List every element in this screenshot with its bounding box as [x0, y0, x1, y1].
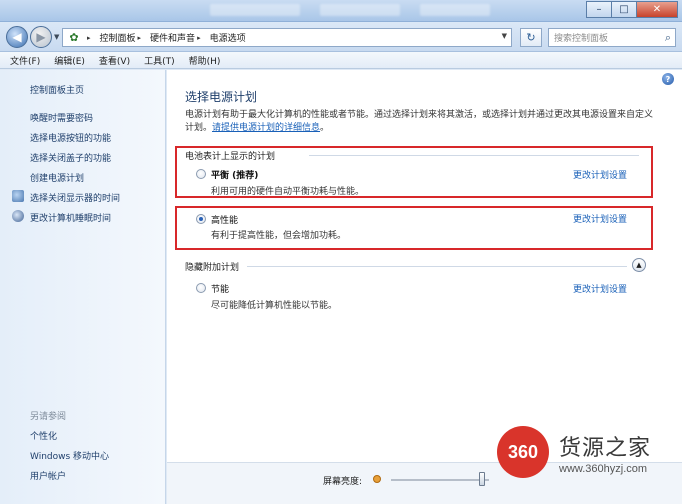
plan-high-performance-name[interactable]: 高性能	[211, 213, 238, 226]
address-bar: ◀ ▶ ▼ ✿ ▸ 控制面板 ▸ 硬件和声音 ▸ 电源选项 ▼ ↻ 搜索控制面板 ⌕	[0, 22, 682, 52]
sidebar-item-power-button[interactable]: 选择电源按钮的功能	[30, 131, 111, 144]
sidebar: 控制面板主页 唤醒时需要密码 选择电源按钮的功能 选择关闭盖子的功能 创建电源计…	[0, 70, 166, 504]
brightness-label: 屏幕亮度:	[323, 477, 363, 487]
search-input[interactable]: 搜索控制面板 ⌕	[548, 28, 676, 47]
see-also-heading: 另请参阅	[30, 412, 67, 422]
forward-button[interactable]: ▶	[30, 26, 52, 48]
divider	[309, 155, 639, 156]
back-button[interactable]: ◀	[6, 26, 28, 48]
menu-bar: 文件(F) 编辑(E) 查看(V) 工具(T) 帮助(H)	[0, 52, 682, 69]
recent-pages-chevron-down-icon[interactable]: ▼	[54, 33, 59, 41]
title-bar: – □ ✕	[0, 0, 682, 22]
plan-details-link[interactable]: 请提供电源计划的详细信息	[212, 123, 320, 133]
watermark-text: 货源之家	[559, 436, 652, 461]
close-button[interactable]: ✕	[636, 1, 678, 18]
search-placeholder: 搜索控制面板	[554, 34, 609, 44]
blurred-taskbar-item	[210, 4, 300, 16]
change-plan-settings-link[interactable]: 更改计划设置	[573, 168, 627, 181]
breadcrumb[interactable]: ✿ ▸ 控制面板 ▸ 硬件和声音 ▸ 电源选项 ▼	[62, 28, 512, 47]
plan-high-performance-radio[interactable]	[196, 214, 206, 224]
intro-text: 电源计划有助于最大化计算机的性能或者节能。通过选择计划来将其激活，或选择计划并通…	[185, 110, 654, 133]
see-also-user-accounts[interactable]: 用户帐户	[30, 469, 66, 482]
plan-power-saver-desc: 尽可能降低计算机性能以节能。	[211, 301, 338, 311]
minimize-button[interactable]: –	[586, 1, 612, 18]
menu-view[interactable]: 查看(V)	[99, 54, 130, 67]
blurred-taskbar-item	[420, 4, 490, 16]
breadcrumb-item[interactable]: 控制面板 ▸	[100, 31, 147, 45]
change-plan-settings-link[interactable]: 更改计划设置	[573, 282, 627, 295]
menu-file[interactable]: 文件(F)	[10, 54, 40, 67]
brightness-slider-thumb[interactable]	[479, 472, 486, 486]
sidebar-item-lid-close[interactable]: 选择关闭盖子的功能	[30, 151, 111, 164]
sidebar-item-sleep-time[interactable]: 更改计算机睡眠时间	[30, 211, 111, 224]
menu-edit[interactable]: 编辑(E)	[54, 54, 85, 67]
plan-power-saver-radio[interactable]	[196, 283, 206, 293]
divider	[247, 266, 627, 267]
address-dropdown-chevron-down-icon[interactable]: ▼	[502, 32, 507, 40]
breadcrumb-item[interactable]: 电源选项	[210, 31, 246, 44]
plan-power-saver-name[interactable]: 节能	[211, 282, 229, 295]
collapse-chevron-up-icon[interactable]: ▲	[632, 258, 646, 272]
main-content: ? 选择电源计划 电源计划有助于最大化计算机的性能或者节能。通过选择计划来将其激…	[167, 70, 682, 462]
maximize-button[interactable]: □	[611, 1, 637, 18]
sleep-moon-icon	[12, 210, 24, 222]
menu-help[interactable]: 帮助(H)	[189, 54, 221, 67]
refresh-icon[interactable]: ↻	[520, 28, 542, 47]
window-controls: – □ ✕	[586, 1, 678, 18]
watermark-url: www.360hyzj.com	[559, 463, 648, 475]
brightness-slider-track[interactable]	[391, 479, 489, 481]
search-icon[interactable]: ⌕	[665, 31, 671, 45]
blurred-taskbar-item	[320, 4, 400, 16]
sidebar-home-link[interactable]: 控制面板主页	[30, 83, 84, 96]
see-also-mobility-center[interactable]: Windows 移动中心	[30, 449, 109, 462]
plan-balanced-desc: 利用可用的硬件自动平衡功耗与性能。	[211, 187, 365, 197]
watermark-logo: 360 货源之家 www.360hyzj.com	[497, 426, 677, 484]
see-also-personalization[interactable]: 个性化	[30, 429, 57, 442]
menu-tools[interactable]: 工具(T)	[144, 54, 175, 67]
breadcrumb-arrow-icon[interactable]: ▸	[85, 34, 96, 42]
sidebar-item-create-plan[interactable]: 创建电源计划	[30, 171, 84, 184]
plan-high-performance-desc: 有利于提高性能，但会增加功耗。	[211, 231, 347, 241]
battery-plans-group-label: 电池表计上显示的计划	[185, 152, 276, 162]
sidebar-item-display-off[interactable]: 选择关闭显示器的时间	[30, 191, 120, 204]
change-plan-settings-link[interactable]: 更改计划设置	[573, 212, 627, 225]
plan-balanced-radio[interactable]	[196, 169, 206, 179]
plan-balanced-name[interactable]: 平衡 (推荐)	[211, 168, 258, 181]
sidebar-item-wake-password[interactable]: 唤醒时需要密码	[30, 111, 93, 124]
hidden-plans-group-label: 隐藏附加计划	[185, 263, 240, 273]
control-panel-icon: ✿	[69, 31, 79, 44]
help-icon[interactable]: ?	[662, 73, 674, 85]
breadcrumb-item[interactable]: 硬件和声音 ▸	[150, 31, 206, 45]
brightness-sun-icon	[373, 475, 381, 483]
page-title: 选择电源计划	[185, 90, 258, 104]
watermark-badge: 360	[497, 426, 549, 478]
monitor-icon	[12, 190, 24, 202]
